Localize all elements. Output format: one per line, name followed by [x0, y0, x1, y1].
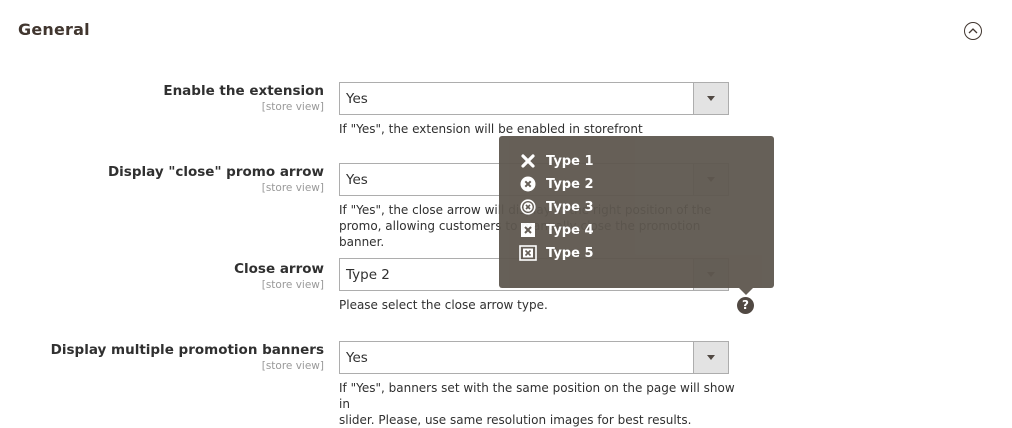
- note-line: slider. Please, use same resolution imag…: [339, 413, 692, 427]
- field-label-close-arrow: Close arrow: [234, 261, 324, 277]
- chevron-down-icon: [707, 355, 715, 360]
- select-arrow: [693, 342, 728, 373]
- field-label-multiple-banners: Display multiple promotion banners: [50, 342, 324, 358]
- tooltip-item-label: Type 3: [546, 199, 594, 215]
- scope-label: [store view]: [261, 182, 324, 194]
- tooltip-item-label: Type 2: [546, 176, 594, 192]
- field-note: If "Yes", banners set with the same posi…: [339, 380, 739, 428]
- select-value: Yes: [346, 172, 368, 188]
- tooltip-item-label: Type 1: [546, 153, 594, 169]
- note-line: If "Yes", banners set with the same posi…: [339, 381, 735, 411]
- tooltip-item-label: Type 4: [546, 222, 594, 238]
- field-note: Please select the close arrow type.: [339, 298, 548, 312]
- scope-label: [store view]: [261, 360, 324, 372]
- tooltip-item-type-3: Type 3: [519, 198, 594, 216]
- scope-label: [store view]: [261, 101, 324, 113]
- select-arrow: [693, 83, 728, 114]
- enable-extension-select[interactable]: Yes: [339, 82, 729, 115]
- select-value: Yes: [346, 91, 368, 107]
- collapse-button[interactable]: [964, 22, 982, 40]
- scope-label: [store view]: [261, 279, 324, 291]
- x-icon: [519, 152, 537, 170]
- multiple-banners-select[interactable]: Yes: [339, 341, 729, 374]
- section-title: General: [18, 20, 90, 39]
- field-note: If "Yes", the extension will be enabled …: [339, 122, 643, 136]
- tooltip-item-type-1: Type 1: [519, 152, 594, 170]
- select-value: Yes: [346, 350, 368, 366]
- close-arrow-types-tooltip: Type 1 Type 2 Type 3 Type 4 Type 5: [499, 136, 774, 295]
- chevron-down-icon: [707, 96, 715, 101]
- tooltip-item-type-5: Type 5: [519, 244, 594, 262]
- select-value: Type 2: [346, 267, 390, 283]
- x-circle-outline-icon: [519, 198, 537, 216]
- field-label-enable-extension: Enable the extension: [163, 83, 324, 99]
- x-circle-icon: [519, 175, 537, 193]
- x-square-icon: [519, 221, 537, 239]
- chevron-up-icon: [968, 28, 978, 34]
- tooltip-item-label: Type 5: [546, 245, 594, 261]
- help-icon[interactable]: ?: [737, 297, 754, 314]
- tooltip-item-type-4: Type 4: [519, 221, 594, 239]
- field-label-display-close-arrow: Display "close" promo arrow: [107, 164, 324, 180]
- x-square-outline-icon: [519, 244, 537, 262]
- tooltip-item-type-2: Type 2: [519, 175, 594, 193]
